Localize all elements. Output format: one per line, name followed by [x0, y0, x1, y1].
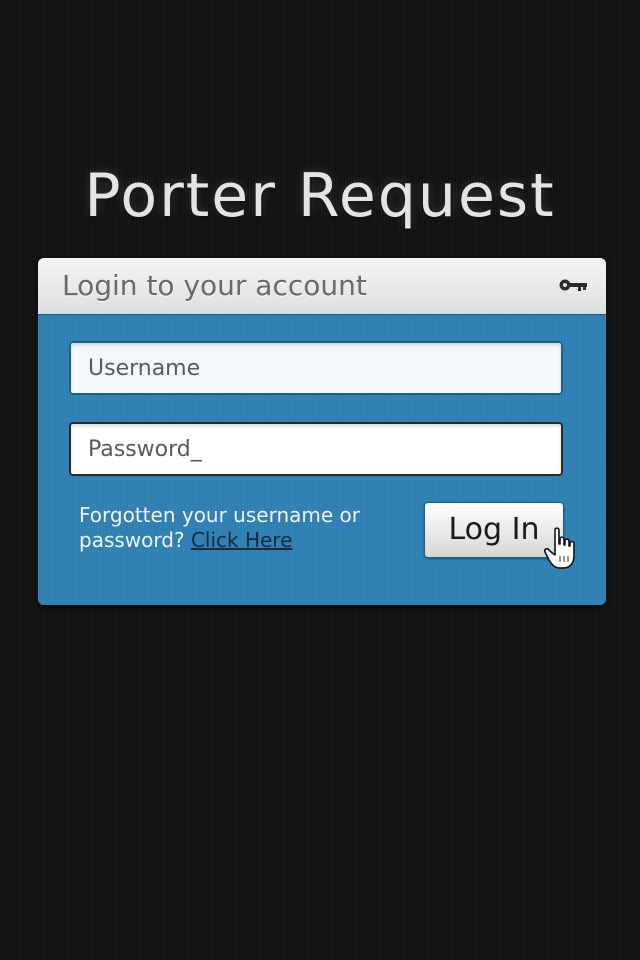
card-header-title: Login to your account: [62, 269, 367, 302]
username-placeholder: Username: [88, 356, 201, 381]
login-card: Login to your account Username Password_…: [38, 258, 606, 605]
card-header: Login to your account: [38, 258, 606, 315]
card-body: Username Password_ Forgotten your userna…: [38, 315, 606, 605]
forgot-credentials-text: Forgotten your username or password? Cli…: [79, 503, 379, 553]
app-title: Porter Request: [84, 161, 556, 231]
username-input[interactable]: Username: [69, 341, 563, 395]
password-input[interactable]: Password_: [69, 422, 563, 476]
click-here-link[interactable]: Click Here: [191, 528, 292, 552]
password-value: Password_: [88, 437, 202, 462]
key-icon: [559, 279, 587, 291]
hand-pointer-icon: [543, 527, 575, 569]
